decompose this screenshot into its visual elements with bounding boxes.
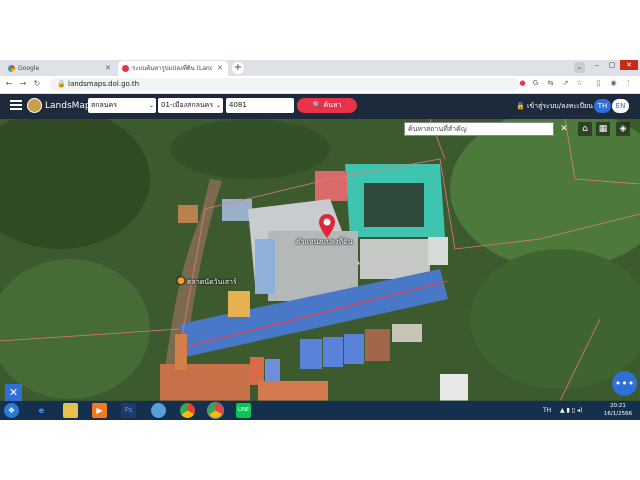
close-icon[interactable]: ✕ <box>558 122 570 136</box>
tab-label: Google <box>18 65 40 72</box>
tab-close-icon[interactable]: ✕ <box>217 61 223 76</box>
satellite-map[interactable]: ตำแหน่งแปลงที่ดิน ● ตลาดนัดวันเสาร์ <box>0 119 640 401</box>
clock-time: 20:21 <box>610 403 626 409</box>
sidepanel-icon[interactable]: ▯ <box>594 79 603 88</box>
start-button-icon[interactable]: ❖ <box>4 403 19 418</box>
place-search-input[interactable]: ค้นหาสถานที่สำคัญ <box>404 122 554 136</box>
satellite-imagery <box>0 119 640 401</box>
internet-explorer-icon[interactable]: e <box>34 403 49 418</box>
lang-en-button[interactable]: EN <box>612 99 629 113</box>
bookmark-star-icon[interactable]: ☆ <box>575 79 584 88</box>
media-player-icon[interactable]: ▶ <box>92 403 107 418</box>
google-extension-icon[interactable]: G <box>531 79 540 88</box>
tab-label: ระบบค้นหารูปแปลงที่ดิน (LandsMaps) <box>132 65 212 72</box>
home-icon[interactable]: ⌂ <box>578 122 592 136</box>
share-icon[interactable]: ↗ <box>561 79 570 88</box>
screenshot-margin-bottom <box>0 420 640 480</box>
tools-icon[interactable]: ✕ <box>5 384 22 401</box>
forward-icon[interactable]: → <box>18 77 28 91</box>
translate-icon[interactable]: ⇆ <box>546 79 555 88</box>
lock-icon: 🔒 <box>516 102 525 110</box>
marker-label: ตำแหน่งแปลงที่ดิน <box>296 238 353 246</box>
screenshot-margin-top <box>0 0 640 60</box>
tab-google[interactable]: Google ✕ <box>4 61 116 76</box>
tray-icons[interactable]: ▲ ▮ ▯ ◂) <box>560 401 582 420</box>
chevron-down-icon: ⌄ <box>215 102 221 109</box>
chrome-icon[interactable] <box>207 402 224 419</box>
search-button[interactable]: 🔍 ค้นหา <box>297 98 357 113</box>
poi-pin-icon[interactable]: ● <box>177 276 185 286</box>
chrome-icon[interactable] <box>180 403 195 418</box>
district-select[interactable]: 01-เมืองสกลนคร ⌄ <box>158 98 223 113</box>
dol-logo-icon <box>27 98 42 113</box>
map-pin-favicon-icon <box>122 65 129 72</box>
menu-kebab-icon[interactable]: ⋮ <box>624 79 633 88</box>
network-app-icon[interactable] <box>151 403 166 418</box>
chevron-down-icon: ⌄ <box>148 102 154 109</box>
login-link[interactable]: 🔒 เข้าสู่ระบบ/ลงทะเบียน <box>516 99 593 113</box>
system-clock[interactable]: 20:21 16/1/2566 <box>598 402 638 418</box>
address-bar[interactable]: 🔒 landsmaps.dol.go.th <box>50 78 520 91</box>
clock-date: 16/1/2566 <box>603 411 633 417</box>
line-app-icon[interactable]: LINE <box>236 403 251 418</box>
lock-icon: 🔒 <box>57 80 66 88</box>
tab-landsmaps[interactable]: ระบบค้นหารูปแปลงที่ดิน (LandsMaps) ✕ <box>118 61 228 76</box>
search-icon: 🔍 <box>312 101 322 109</box>
parcel-number-input[interactable]: 4081 <box>226 98 294 113</box>
photoshop-icon[interactable]: Ps <box>121 403 136 418</box>
poi-label[interactable]: ตลาดนัดวันเสาร์ <box>187 277 237 288</box>
grid-icon[interactable]: ▦ <box>596 122 610 136</box>
layers-icon[interactable]: ◈ <box>616 122 630 136</box>
reload-icon[interactable]: ↻ <box>32 77 42 91</box>
more-options-button[interactable]: ••• <box>612 371 637 396</box>
url-text: landsmaps.dol.go.th <box>68 80 140 88</box>
profile-icon[interactable]: ◉ <box>609 79 618 88</box>
tab-search-button[interactable]: ⌄ <box>574 62 585 73</box>
file-explorer-icon[interactable] <box>63 403 78 418</box>
map-marker-icon[interactable] <box>319 214 335 238</box>
province-select[interactable]: สกลนคร ⌄ <box>88 98 156 113</box>
maximize-button[interactable]: ▢ <box>605 60 619 70</box>
google-favicon-icon <box>8 65 15 72</box>
extension-icon[interactable]: ● <box>518 79 527 88</box>
back-icon[interactable]: ← <box>4 77 14 91</box>
new-tab-button[interactable]: + <box>232 62 244 74</box>
hamburger-menu-icon[interactable] <box>10 100 22 111</box>
close-window-button[interactable]: ✕ <box>620 60 638 70</box>
tab-close-icon[interactable]: ✕ <box>105 61 111 76</box>
lang-th-button[interactable]: TH <box>594 99 611 113</box>
minimize-button[interactable]: – <box>590 60 604 70</box>
input-language[interactable]: TH <box>543 401 551 420</box>
